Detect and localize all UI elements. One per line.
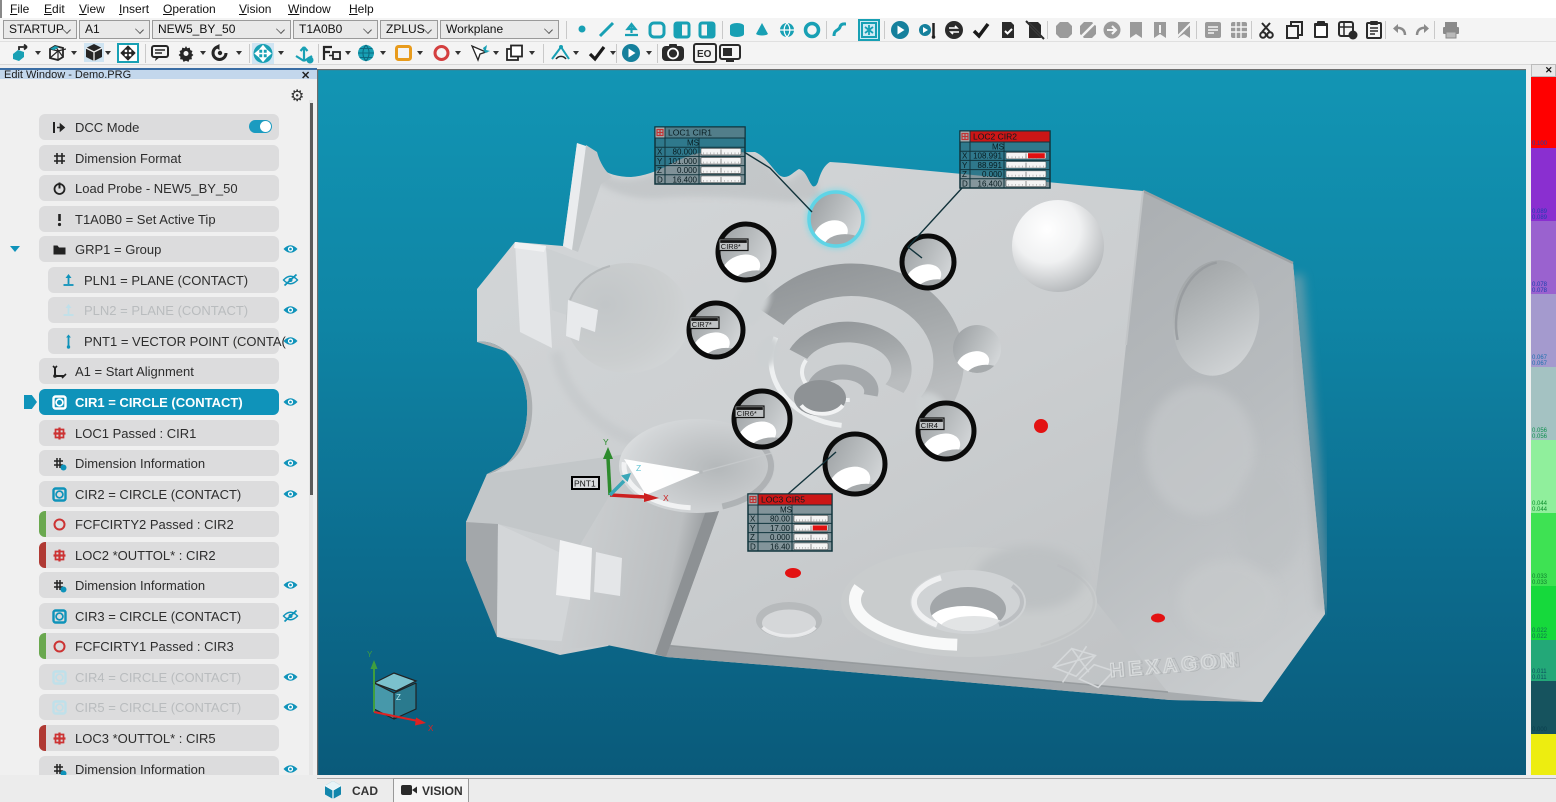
svg-text:108.991: 108.991 xyxy=(973,152,1002,161)
svg-text:CIR6*: CIR6* xyxy=(737,409,757,418)
svg-text:16.400: 16.400 xyxy=(673,175,698,184)
svg-text:0.000: 0.000 xyxy=(770,533,791,542)
svg-text:CIR4: CIR4 xyxy=(921,421,938,430)
svg-text:80.000: 80.000 xyxy=(673,148,698,157)
svg-text:Y: Y xyxy=(367,650,373,659)
svg-text:CIR7*: CIR7* xyxy=(692,320,712,329)
svg-text:Z: Z xyxy=(636,463,641,473)
svg-text:EO: EO xyxy=(697,49,712,60)
svg-text:X: X xyxy=(962,152,968,161)
svg-text:Y: Y xyxy=(603,437,609,447)
svg-text:0.000: 0.000 xyxy=(982,170,1003,179)
svg-text:Z: Z xyxy=(962,170,967,179)
svg-text:0.000: 0.000 xyxy=(677,166,698,175)
svg-text:Z: Z xyxy=(750,533,755,542)
svg-text:88.991: 88.991 xyxy=(978,161,1003,170)
svg-text:LOC1 CIR1: LOC1 CIR1 xyxy=(668,128,712,138)
svg-text:101.000: 101.000 xyxy=(668,157,697,166)
svg-text:CIR8*: CIR8* xyxy=(721,242,741,251)
svg-text:X: X xyxy=(657,148,663,157)
svg-text:MS: MS xyxy=(687,139,699,148)
svg-text:D: D xyxy=(657,175,663,184)
svg-text:D: D xyxy=(750,542,756,551)
svg-text:X: X xyxy=(428,724,434,733)
svg-text:D: D xyxy=(962,179,968,188)
svg-text:Z: Z xyxy=(657,166,662,175)
svg-text:MS: MS xyxy=(992,143,1004,152)
svg-text:X: X xyxy=(663,493,669,503)
svg-text:Y: Y xyxy=(657,157,663,166)
svg-text:Y: Y xyxy=(962,161,968,170)
svg-text:16.40: 16.40 xyxy=(770,542,791,551)
svg-text:Y: Y xyxy=(750,524,756,533)
svg-text:PNT1: PNT1 xyxy=(574,479,596,489)
svg-text:LOC3 CIR5: LOC3 CIR5 xyxy=(761,495,805,505)
svg-text:X: X xyxy=(750,515,756,524)
svg-text:Z: Z xyxy=(396,693,401,702)
svg-text:LOC2 CIR2: LOC2 CIR2 xyxy=(973,132,1017,142)
svg-text:80.00: 80.00 xyxy=(770,515,791,524)
svg-text:MS: MS xyxy=(780,506,792,515)
svg-text:16.400: 16.400 xyxy=(978,179,1003,188)
svg-text:17.00: 17.00 xyxy=(770,524,791,533)
